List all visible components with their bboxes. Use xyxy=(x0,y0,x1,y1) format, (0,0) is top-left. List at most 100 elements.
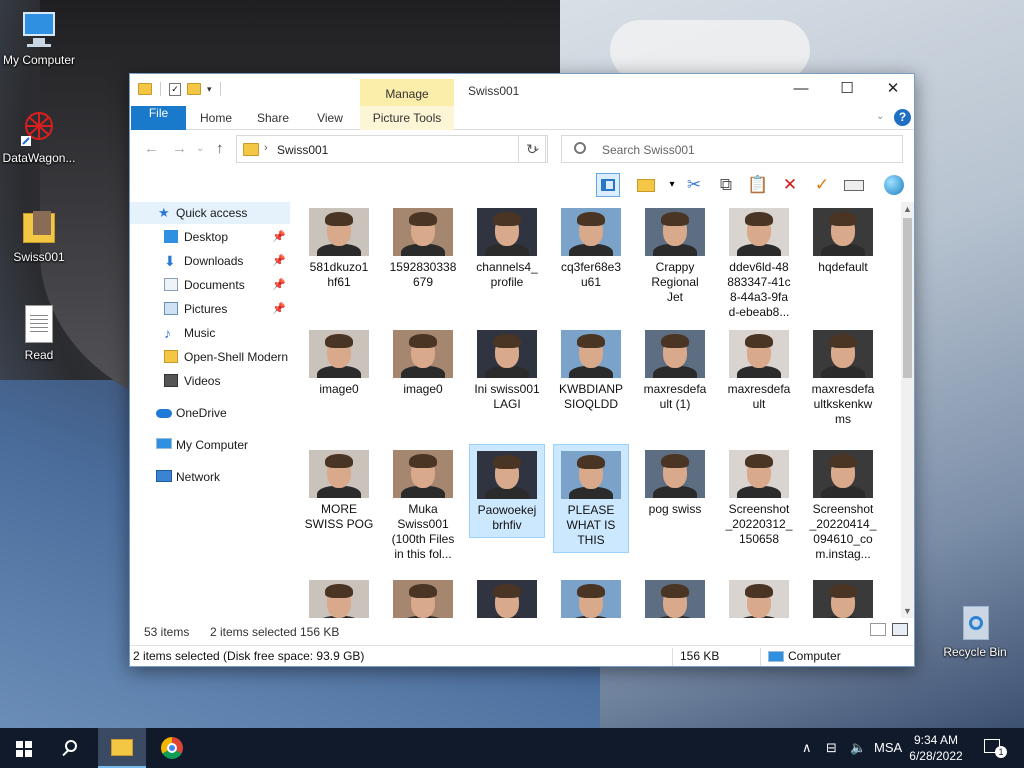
file-item[interactable]: hqdefault xyxy=(805,202,881,279)
tab-manage[interactable]: Manage xyxy=(360,79,454,107)
nav-item-quick-access[interactable]: ★ Quick access xyxy=(130,202,290,224)
refresh-button[interactable]: ↻ xyxy=(518,135,546,163)
show-hidden-icons-chevron-icon[interactable]: ∧ xyxy=(802,728,812,768)
file-item[interactable]: pog swiss xyxy=(637,444,713,521)
desktop-icon-datawagon[interactable]: DataWagon... xyxy=(0,108,78,165)
properties-icon[interactable] xyxy=(842,173,866,197)
clock[interactable]: 9:34 AM 6/28/2022 xyxy=(896,732,976,764)
network-tray-icon[interactable]: ⊟ xyxy=(826,728,837,768)
file-item[interactable]: maxresdefa ult (1) xyxy=(637,324,713,416)
tab-picture-tools[interactable]: Picture Tools xyxy=(360,106,454,130)
nav-item-open-shell[interactable]: Open-Shell Modern xyxy=(130,346,290,368)
vertical-scrollbar[interactable]: ▲ ▼ xyxy=(901,202,914,618)
file-item[interactable]: maxresdefa ultkskenkw ms xyxy=(805,324,881,431)
file-item[interactable]: PLEASE WHAT IS THIS xyxy=(553,444,629,553)
volume-tray-icon[interactable]: 🔈 xyxy=(850,728,866,768)
file-item[interactable] xyxy=(805,574,881,618)
start-button[interactable] xyxy=(0,728,48,768)
file-item[interactable]: KWBDIANP SIOQLDD xyxy=(553,324,629,416)
file-item[interactable] xyxy=(721,574,797,618)
pin-icon[interactable]: 📌 xyxy=(272,226,286,248)
file-item[interactable]: MORE SWISS POG xyxy=(301,444,377,536)
customize-qat-icon[interactable]: ▾ xyxy=(207,84,212,95)
expand-ribbon-icon[interactable]: ⌄ xyxy=(876,111,884,122)
taskbar-file-explorer[interactable] xyxy=(98,728,146,768)
file-item[interactable]: Crappy Regional Jet xyxy=(637,202,713,309)
new-folder-icon[interactable] xyxy=(634,173,658,197)
file-item[interactable] xyxy=(637,574,713,618)
nav-item-onedrive[interactable]: OneDrive xyxy=(130,402,290,424)
nav-item-network[interactable]: Network xyxy=(130,466,290,488)
large-icons-view-icon[interactable] xyxy=(892,623,908,636)
globe-icon[interactable] xyxy=(882,173,906,197)
nav-item-my-computer[interactable]: My Computer xyxy=(130,434,290,456)
file-item[interactable]: Muka Swiss001 (100th Files in this fol..… xyxy=(385,444,461,566)
file-item[interactable]: 581dkuzo1 hf61 xyxy=(301,202,377,294)
nav-item-documents[interactable]: Documents 📌 xyxy=(130,274,290,296)
desktop-icon-swiss001-folder[interactable]: Swiss001 xyxy=(0,207,78,264)
search-button[interactable] xyxy=(48,728,96,768)
dropdown-chevron-icon[interactable]: ▾ xyxy=(660,173,684,197)
delete-icon[interactable]: ✕ xyxy=(778,173,802,197)
details-view-icon[interactable] xyxy=(870,623,886,636)
minimize-button[interactable]: — xyxy=(778,74,824,104)
pin-icon[interactable]: 📌 xyxy=(272,298,286,320)
nav-item-pictures[interactable]: Pictures 📌 xyxy=(130,298,290,320)
file-item[interactable]: Paowoekej brhfiv xyxy=(469,444,545,538)
recent-locations-chevron-icon[interactable]: ⌄ xyxy=(196,143,204,154)
tab-home[interactable]: Home xyxy=(192,106,240,130)
scroll-down-icon[interactable]: ▼ xyxy=(903,606,912,616)
file-item[interactable]: Ini swiss001 LAGI xyxy=(469,324,545,416)
file-item[interactable]: 1592830338 679 xyxy=(385,202,461,294)
nav-item-desktop[interactable]: Desktop 📌 xyxy=(130,226,290,248)
file-item[interactable]: ddev6ld-48 883347-41c 8-44a3-9fa d-ebeab… xyxy=(721,202,797,324)
pin-icon[interactable]: 📌 xyxy=(272,274,286,296)
help-icon[interactable]: ? xyxy=(894,109,911,126)
preview-pane-icon[interactable] xyxy=(596,173,620,197)
file-item[interactable] xyxy=(385,574,461,618)
maximize-button[interactable]: ☐ xyxy=(824,74,870,104)
up-arrow-icon[interactable]: ↑ xyxy=(216,140,224,157)
properties-icon[interactable]: ✓ xyxy=(169,82,181,96)
action-center-icon[interactable]: 1 xyxy=(984,739,1007,758)
scroll-up-icon[interactable]: ▲ xyxy=(903,204,912,214)
tab-share[interactable]: Share xyxy=(250,106,296,130)
taskbar-chrome[interactable] xyxy=(148,728,196,768)
file-item[interactable]: channels4_ profile xyxy=(469,202,545,294)
desktop-icon-my-computer[interactable]: My Computer xyxy=(0,10,78,67)
file-name: PLEASE WHAT IS THIS xyxy=(566,503,616,547)
file-item[interactable]: cq3fer68e3 u61 xyxy=(553,202,629,294)
close-button[interactable]: ✕ xyxy=(870,74,916,104)
pin-icon[interactable]: 📌 xyxy=(272,250,286,272)
desktop-icon-read[interactable]: Read xyxy=(0,305,78,362)
file-item[interactable]: image0 xyxy=(301,324,377,401)
file-item[interactable] xyxy=(553,574,629,618)
forward-arrow-icon[interactable]: → xyxy=(172,140,187,157)
scrollbar-thumb[interactable] xyxy=(903,218,912,378)
copy-icon[interactable]: ⧉ xyxy=(714,173,738,197)
cut-icon[interactable]: ✂ xyxy=(682,173,706,197)
desktop-icon-recycle-bin[interactable]: Recycle Bin xyxy=(936,602,1014,659)
new-folder-icon[interactable] xyxy=(187,83,201,95)
nav-item-music[interactable]: ♪ Music xyxy=(130,322,290,344)
file-item[interactable]: Screenshot _20220414_ 094610_co m.instag… xyxy=(805,444,881,566)
file-item[interactable] xyxy=(469,574,545,618)
search-input[interactable]: Search Swiss001 xyxy=(602,143,695,157)
image-thumbnail-icon xyxy=(393,330,453,378)
file-name: Muka Swiss001 (100th Files in this fol..… xyxy=(391,502,455,561)
rename-check-icon[interactable]: ✓ xyxy=(810,173,834,197)
tab-file[interactable]: File xyxy=(131,106,186,130)
address-bar[interactable]: › Swiss001 ⌄ xyxy=(236,135,548,163)
file-item[interactable] xyxy=(301,574,377,618)
file-item[interactable]: Screenshot _20220312_ 150658 xyxy=(721,444,797,551)
nav-item-downloads[interactable]: ⬇ Downloads 📌 xyxy=(130,250,290,272)
file-item[interactable]: maxresdefa ult xyxy=(721,324,797,416)
tab-view[interactable]: View xyxy=(306,106,354,130)
back-arrow-icon[interactable]: ← xyxy=(144,140,159,157)
search-box[interactable]: Search Swiss001 xyxy=(561,135,903,163)
folder-icon xyxy=(19,207,59,247)
nav-item-videos[interactable]: Videos xyxy=(130,370,290,392)
paste-icon[interactable]: 📋 xyxy=(746,173,770,197)
file-item[interactable]: image0 xyxy=(385,324,461,401)
title-bar[interactable]: ✓ ▾ Manage Swiss001 — ☐ ✕ xyxy=(130,74,916,107)
